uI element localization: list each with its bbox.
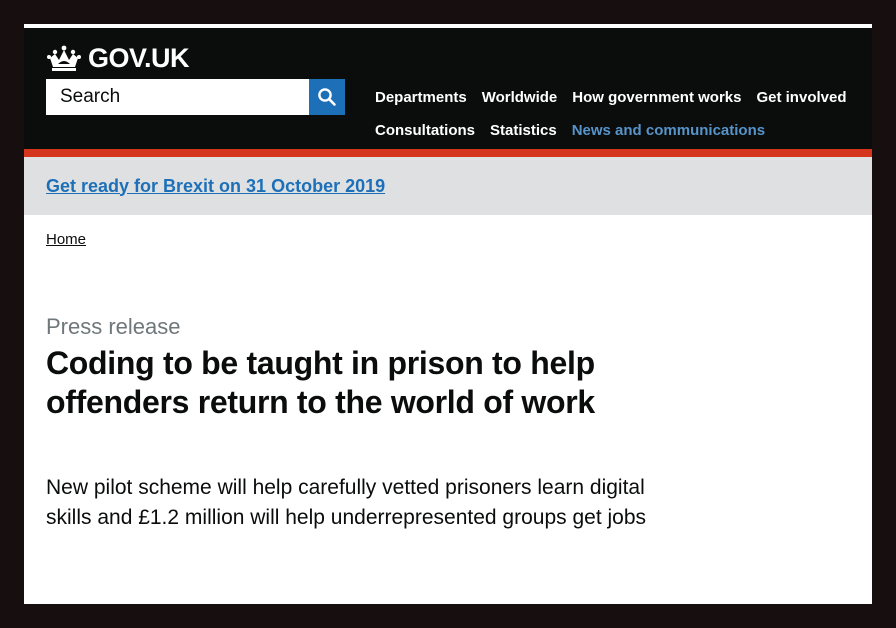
main-nav: Departments Worldwide How government wor… — [375, 81, 865, 147]
brexit-banner-link[interactable]: Get ready for Brexit on 31 October 2019 — [46, 176, 385, 197]
nav-link-statistics[interactable]: Statistics — [490, 122, 557, 139]
nav-row-1: Departments Worldwide How government wor… — [375, 81, 865, 114]
nav-link-get-involved[interactable]: Get involved — [756, 89, 846, 106]
logo-text: GOV.UK — [88, 43, 190, 73]
search-form — [46, 79, 345, 115]
nav-link-consultations[interactable]: Consultations — [375, 122, 475, 139]
document-type-caption: Press release — [46, 314, 181, 339]
govuk-logo-link[interactable]: GOV.UK — [46, 43, 190, 74]
search-button[interactable] — [309, 79, 345, 115]
breadcrumb: Home — [46, 231, 872, 248]
nav-link-news-and-communications[interactable]: News and communications — [572, 122, 765, 139]
nav-row-2: Consultations Statistics News and commun… — [375, 114, 865, 147]
nav-link-departments[interactable]: Departments — [375, 89, 467, 106]
crown-icon — [47, 45, 81, 71]
site-header: GOV.UK Departments Worldwide How governm… — [24, 28, 872, 157]
breadcrumb-home-link[interactable]: Home — [46, 231, 86, 248]
nav-link-how-government-works[interactable]: How government works — [572, 89, 741, 106]
search-icon — [318, 88, 336, 106]
brexit-banner: Get ready for Brexit on 31 October 2019 — [24, 157, 872, 215]
page-frame: GOV.UK Departments Worldwide How governm… — [24, 24, 872, 604]
page-title: Coding to be taught in prison to help of… — [46, 345, 595, 420]
nav-link-worldwide[interactable]: Worldwide — [482, 89, 558, 106]
lead-paragraph: New pilot scheme will help carefully vet… — [46, 476, 647, 529]
search-input[interactable] — [46, 79, 309, 115]
